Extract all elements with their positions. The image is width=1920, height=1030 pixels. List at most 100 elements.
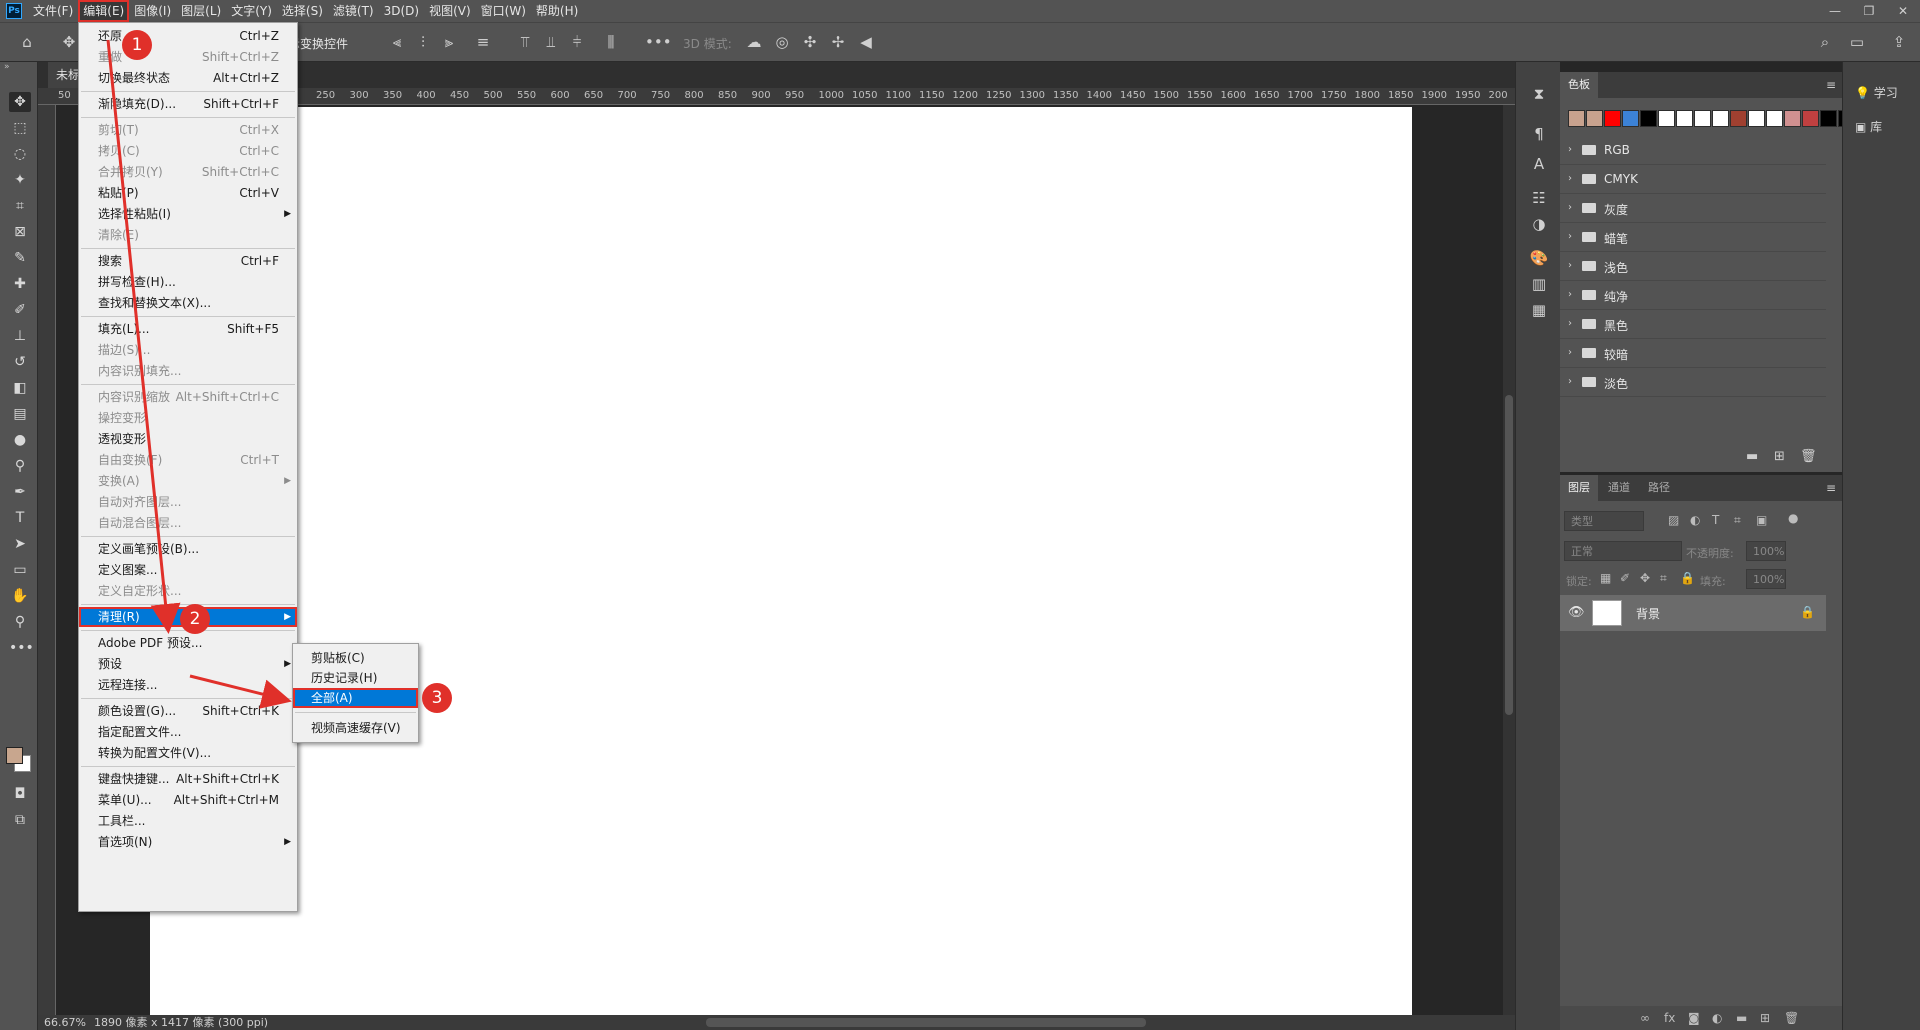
color-swatch[interactable] [1802,110,1819,127]
history-panel-icon[interactable]: ⧗ [1528,84,1550,104]
adjustment-layer-icon[interactable]: ◐ [1712,1011,1722,1025]
eye-icon[interactable]: 👁 [1568,605,1585,620]
lock-image-icon[interactable]: ✐ [1620,571,1630,585]
edit-menu-item[interactable]: 剪切(T) Ctrl+X [79,120,297,140]
paragraph-panel-icon[interactable]: ¶ [1528,124,1550,144]
color-swatch[interactable] [1730,110,1747,127]
swatch-folder[interactable]: › 黑色 [1560,310,1826,339]
edit-menu-item[interactable]: 切换最终状态 Alt+Ctrl+Z [79,68,297,88]
fx-icon[interactable]: fx [1664,1011,1675,1025]
swatch-folder[interactable]: › 淡色 [1560,368,1826,397]
align-middle-icon[interactable]: ⫫ [542,33,560,51]
marquee-tool-icon[interactable]: ⬚ [9,118,31,138]
foreground-color-swatch[interactable] [6,747,23,764]
hand-tool-icon[interactable]: ✋ [9,586,31,606]
more-options-icon[interactable]: ••• [645,33,672,51]
color-swatch[interactable] [1820,110,1837,127]
filter-smart-object-icon[interactable]: ▣ [1756,513,1767,527]
edit-menu-item[interactable]: 拷贝(C) Ctrl+C [79,141,297,161]
purge-history-item[interactable]: 历史记录(H) [293,668,418,688]
menu-file[interactable]: 文件(F) [28,0,78,22]
menu-window[interactable]: 窗口(W) [476,0,531,22]
edit-menu-item[interactable]: 描边(S)... [79,340,297,360]
tab-paths[interactable]: 路径 [1640,475,1678,501]
edit-menu-item[interactable]: 透视变形 [79,429,297,449]
blend-mode-select[interactable]: 正常 [1564,541,1682,561]
menu-image[interactable]: 图像(I) [129,0,176,22]
color-panel-icon[interactable]: 🎨 [1528,248,1550,268]
edit-menu-item[interactable]: 定义画笔预设(B)... [79,539,297,559]
edit-menu-item[interactable]: 自动对齐图层... [79,492,297,512]
color-swatch[interactable] [1694,110,1711,127]
3d-orbit-icon[interactable]: ☁ [745,33,763,51]
healing-brush-icon[interactable]: ✚ [9,274,31,294]
edit-menu-item[interactable]: 粘贴(P) Ctrl+V [79,183,297,203]
lock-icon[interactable]: 🔒 [1800,605,1815,619]
color-swatch[interactable] [1784,110,1801,127]
menu-layer[interactable]: 图层(L) [176,0,226,22]
edit-menu-item[interactable]: 自由变换(F) Ctrl+T [79,450,297,470]
learn-item[interactable]: 💡 学习 [1855,84,1898,101]
filter-pixel-icon[interactable]: ▨ [1668,513,1679,527]
link-layers-icon[interactable]: ∞ [1640,1011,1650,1025]
edit-menu-item[interactable]: 自动混合图层... [79,513,297,533]
3d-camera-icon[interactable]: ◀ [857,33,875,51]
color-swatch[interactable] [1568,110,1585,127]
align-left-icon[interactable]: ⫷ [388,33,406,51]
swatch-folder[interactable]: › RGB [1560,136,1826,165]
lock-transparent-icon[interactable]: ▦ [1600,571,1611,585]
edit-menu-item[interactable]: 定义自定形状... [79,581,297,601]
purge-video-cache-item[interactable]: 视频高速缓存(V) [293,718,418,738]
edit-menu-item[interactable]: 转换为配置文件(V)... [79,743,297,763]
color-swatch[interactable] [1676,110,1693,127]
home-icon[interactable]: ⌂ [18,33,36,51]
filter-toggle-icon[interactable]: ● [1788,511,1798,525]
menu-3d[interactable]: 3D(D) [379,0,424,22]
tab-channels[interactable]: 通道 [1600,475,1638,501]
patterns-panel-icon[interactable]: ▦ [1528,300,1550,320]
swatch-folder[interactable]: › CMYK [1560,165,1826,194]
edit-menu-item[interactable]: 定义图案... [79,560,297,580]
lock-all-icon[interactable]: 🔒 [1680,571,1695,585]
blur-tool-icon[interactable]: ● [9,430,31,450]
history-brush-icon[interactable]: ↺ [9,352,31,372]
edit-menu-item[interactable]: 首选项(N) ▶ [79,832,297,852]
horizontal-scrollbar[interactable] [706,1018,1146,1027]
color-swatch[interactable] [1658,110,1675,127]
minimize-icon[interactable]: — [1818,0,1852,22]
edit-menu-item[interactable]: 预设 ▶ [79,654,297,674]
type-tool-icon[interactable]: T [9,508,31,528]
trash-icon[interactable]: 🗑 [1800,449,1817,464]
brush-tool-icon[interactable]: ✐ [9,300,31,320]
lock-artboard-icon[interactable]: ⌗ [1660,571,1667,586]
edit-menu-item[interactable]: 查找和替换文本(X)... [79,293,297,313]
move-tool-icon[interactable]: ✥ [9,92,31,112]
eraser-icon[interactable]: ◧ [9,378,31,398]
color-swatch[interactable] [1640,110,1657,127]
pen-tool-icon[interactable]: ✒ [9,482,31,502]
edit-menu-item[interactable]: 渐隐填充(D)... Shift+Ctrl+F [79,94,297,114]
swatch-folder[interactable]: › 浅色 [1560,252,1826,281]
character-panel-icon[interactable]: A [1528,154,1550,174]
lasso-tool-icon[interactable]: ◌ [9,144,31,164]
edit-menu-item[interactable]: 还原 Ctrl+Z [79,26,297,46]
eyedropper-icon[interactable]: ✎ [9,248,31,268]
edit-menu-item[interactable]: Adobe PDF 预设... [79,633,297,653]
lock-position-icon[interactable]: ✥ [1640,571,1650,585]
layer-row[interactable]: 👁 背景 🔒 [1560,595,1826,631]
menu-select[interactable]: 选择(S) [277,0,328,22]
tab-swatches[interactable]: 色板 [1560,72,1598,98]
distribute-vertical-icon[interactable]: ⫼ [602,33,620,51]
edit-menu-item[interactable]: 操控变形 [79,408,297,428]
3d-slide-icon[interactable]: ✢ [829,33,847,51]
color-swatch[interactable] [1586,110,1603,127]
3d-pan-icon[interactable]: ✣ [801,33,819,51]
color-swatch[interactable] [1622,110,1639,127]
swatch-folder[interactable]: › 较暗 [1560,339,1826,368]
edit-menu-item[interactable]: 工具栏... [79,811,297,831]
edit-menu-item[interactable]: 填充(L)... Shift+F5 [79,319,297,339]
gradient-tool-icon[interactable]: ▤ [9,404,31,424]
library-item[interactable]: ▣ 库 [1855,118,1882,135]
quick-mask-icon[interactable]: ◘ [9,784,31,804]
tab-layers[interactable]: 图层 [1560,475,1598,501]
